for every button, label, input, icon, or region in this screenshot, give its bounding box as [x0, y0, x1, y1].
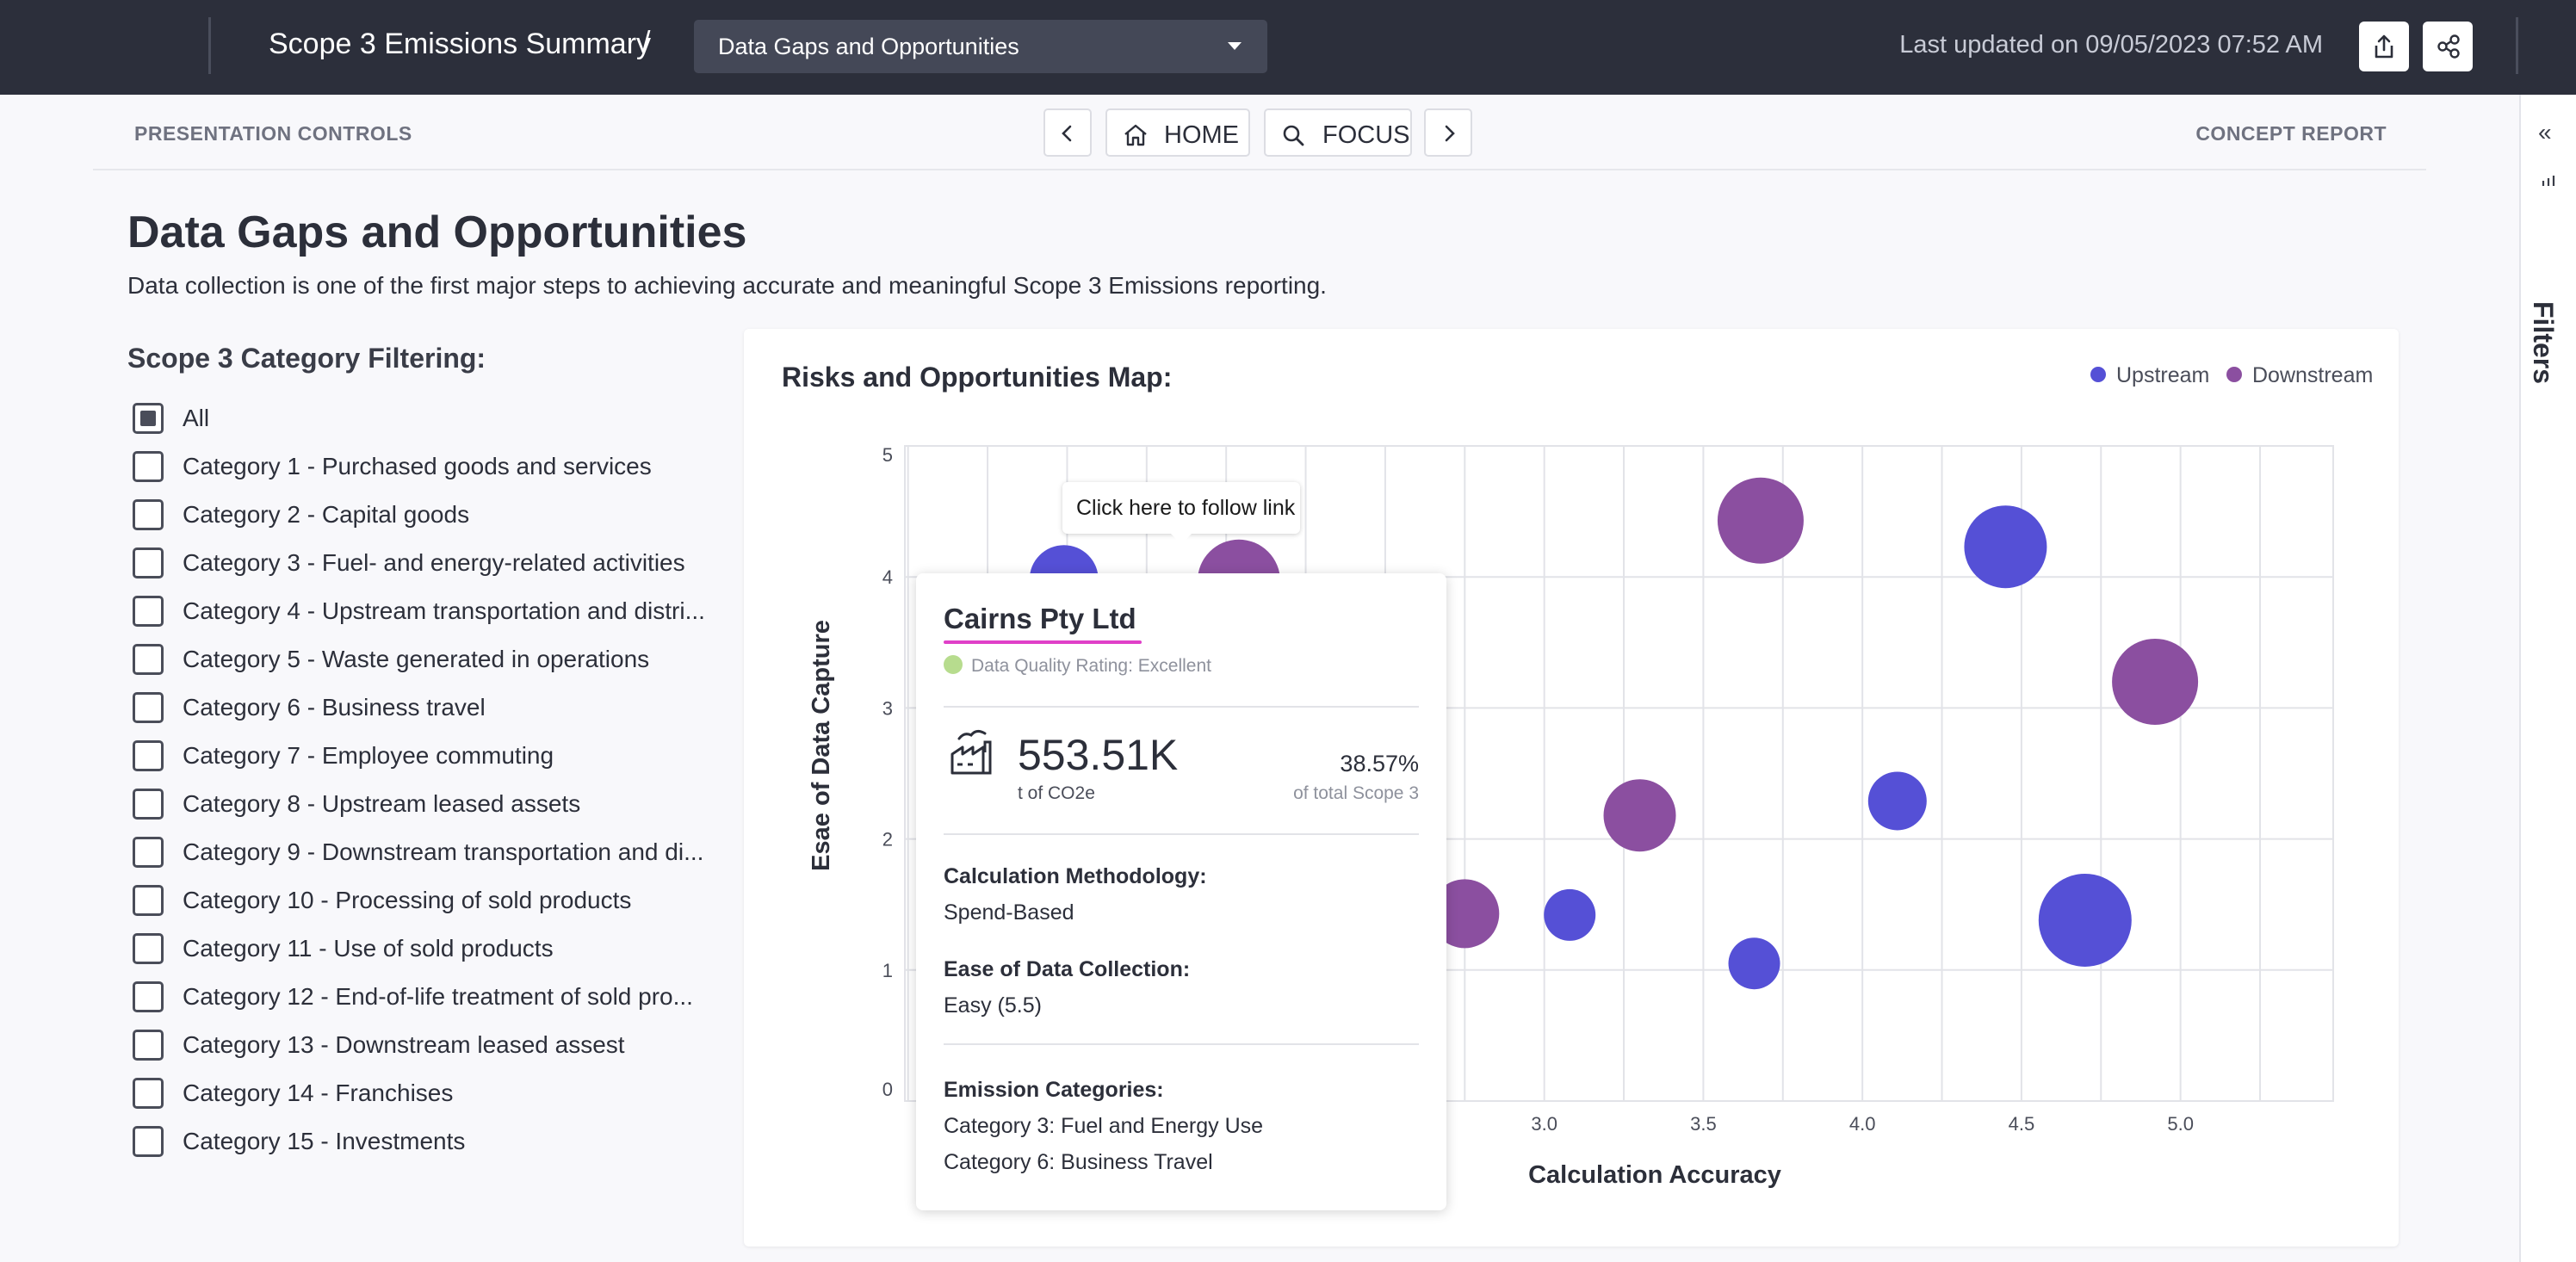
y-tick-label: 3: [882, 697, 893, 719]
divider: [944, 1043, 1419, 1045]
bubble-upstream[interactable]: [1964, 505, 2047, 589]
tooltip-arrow: [1169, 532, 1193, 544]
method-value: Spend-Based: [944, 900, 1074, 925]
ease-label: Ease of Data Collection:: [944, 957, 1191, 981]
category-line: Category 6: Business Travel: [944, 1150, 1213, 1174]
link-tooltip-text: Click here to follow link: [1076, 496, 1296, 520]
factory-icon: [951, 729, 992, 775]
divider: [944, 706, 1419, 708]
x-tick-label: 5.0: [2167, 1113, 2194, 1135]
percent-label: of total Scope 3: [1293, 783, 1419, 803]
company-name[interactable]: Cairns Pty Ltd: [944, 603, 1136, 635]
bubble-upstream[interactable]: [2038, 873, 2132, 967]
x-tick-label: 3.5: [1690, 1113, 1717, 1135]
rating-dot: [944, 655, 963, 675]
y-tick-label: 4: [882, 566, 893, 588]
x-tick-label: 3.0: [1531, 1113, 1557, 1135]
y-tick-label: 5: [882, 444, 893, 466]
bubble-downstream[interactable]: [1717, 477, 1804, 564]
company-detail-popup: Cairns Pty Ltd Data Quality Rating: Exce…: [916, 573, 1446, 1210]
x-tick-label: 4.5: [2009, 1113, 2035, 1135]
ease-value: Easy (5.5): [944, 993, 1042, 1018]
rating-text: Data Quality Rating: Excellent: [971, 656, 1211, 676]
y-tick-label: 1: [882, 960, 893, 981]
percent-of-total: 38.57%: [1340, 751, 1419, 776]
x-axis-title: Calculation Accuracy: [1528, 1161, 1781, 1189]
bubble-upstream[interactable]: [1544, 888, 1596, 941]
link-tooltip[interactable]: Click here to follow link: [1062, 482, 1300, 544]
y-tick-label: 2: [882, 829, 893, 851]
divider: [944, 833, 1419, 835]
quality-rating: Data Quality Rating: Excellent: [944, 655, 1211, 677]
x-tick-label: 4.0: [1849, 1113, 1876, 1135]
bubble-upstream[interactable]: [1867, 771, 1927, 831]
emissions-value: 553.51K: [1018, 731, 1179, 779]
category-line: Category 3: Fuel and Energy Use: [944, 1114, 1264, 1138]
company-underline: [944, 640, 1142, 644]
bubble-downstream[interactable]: [2112, 638, 2199, 725]
bubble-upstream[interactable]: [1728, 937, 1780, 990]
bubble-downstream[interactable]: [1603, 779, 1676, 852]
emissions-unit: t of CO2e: [1018, 783, 1095, 803]
categories-label: Emission Categories:: [944, 1078, 1164, 1102]
y-axis-title: Esae of Data Capture: [808, 620, 835, 871]
method-label: Calculation Methodology:: [944, 864, 1207, 888]
y-tick-label: 0: [882, 1079, 893, 1100]
